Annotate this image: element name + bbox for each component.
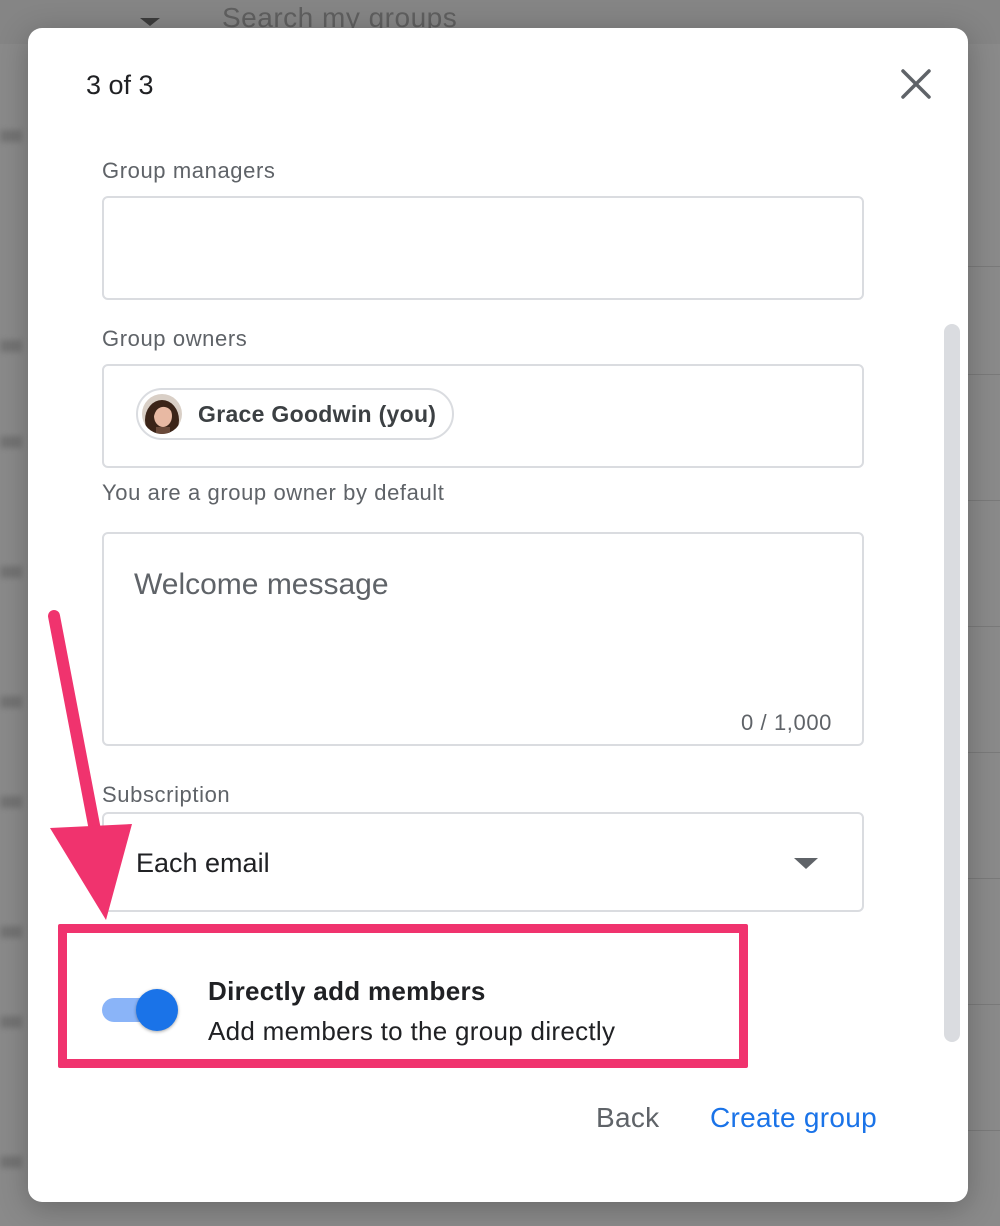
subscription-select[interactable]: Each email — [102, 812, 864, 912]
annotation-highlight-box — [58, 924, 748, 1068]
scrollbar-thumb[interactable] — [944, 324, 960, 1042]
background-divider — [964, 374, 1000, 375]
background-blur — [0, 926, 22, 938]
background-blur — [0, 1016, 22, 1028]
owner-chip[interactable]: Grace Goodwin (you) — [136, 388, 455, 440]
close-icon — [901, 69, 931, 99]
dropdown-arrow-icon — [794, 858, 818, 869]
background-divider — [964, 500, 1000, 501]
background-divider — [964, 266, 1000, 267]
step-indicator: 3 of 3 — [86, 70, 154, 100]
background-divider — [964, 626, 1000, 627]
welcome-message-box[interactable]: 0 / 1,000 — [102, 532, 864, 746]
background-blur — [0, 796, 22, 808]
character-counter: 0 / 1,000 — [740, 710, 832, 735]
group-managers-label: Group managers — [102, 158, 276, 183]
background-divider — [964, 1130, 1000, 1131]
group-managers-input[interactable] — [102, 196, 864, 300]
background-blur — [0, 696, 22, 708]
owner-helper-text: You are a group owner by default — [102, 480, 445, 505]
background-blur — [0, 566, 22, 578]
background-blur — [0, 340, 22, 352]
create-group-button[interactable]: Create group — [710, 1102, 877, 1134]
background-divider — [964, 878, 1000, 879]
background-divider — [964, 1004, 1000, 1005]
background-divider — [964, 752, 1000, 753]
back-button[interactable]: Back — [596, 1102, 659, 1134]
background-caret-icon — [140, 18, 160, 26]
background-blur — [0, 130, 22, 142]
annotation-arrow-icon — [48, 610, 132, 920]
background-blur — [0, 436, 22, 448]
close-button[interactable] — [894, 62, 938, 106]
avatar — [142, 394, 182, 434]
welcome-message-input[interactable] — [134, 568, 824, 668]
group-owners-input[interactable]: Grace Goodwin (you) — [102, 364, 864, 468]
group-owners-label: Group owners — [102, 326, 248, 351]
owner-chip-label: Grace Goodwin (you) — [198, 400, 437, 427]
background-blur — [0, 1156, 22, 1168]
